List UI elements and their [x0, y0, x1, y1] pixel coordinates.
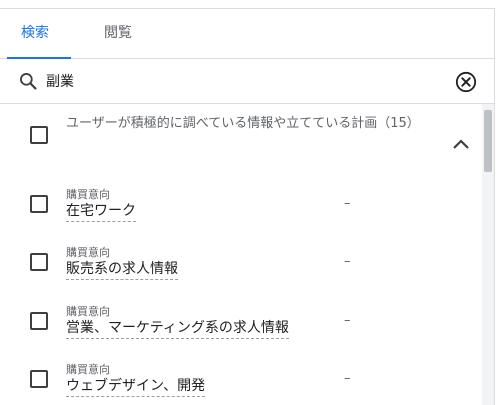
- list-item[interactable]: 購買意向 営業、マーケティング系の求人情報 –: [0, 301, 481, 359]
- item-name[interactable]: ウェブデザイン、開発: [66, 377, 206, 397]
- item-name[interactable]: 在宅ワーク: [66, 202, 136, 222]
- item-checkbox[interactable]: [30, 312, 48, 330]
- audience-search-panel: 検索 閲覧 ユーザーが積極的に調べている情報や立てている計画（15） 購買意向 …: [0, 8, 495, 405]
- search-icon: [20, 73, 37, 90]
- item-value: –: [344, 254, 351, 269]
- clear-search-icon[interactable]: [455, 71, 477, 93]
- item-name[interactable]: 販売系の求人情報: [66, 260, 178, 280]
- group-header[interactable]: ユーザーが積極的に調べている情報や立てている計画（15）: [0, 104, 481, 162]
- item-checkbox[interactable]: [30, 195, 48, 213]
- item-name[interactable]: 営業、マーケティング系の求人情報: [66, 319, 289, 339]
- scrollbar[interactable]: [482, 104, 494, 405]
- tab-bar: 検索 閲覧: [0, 9, 494, 59]
- group-checkbox[interactable]: [30, 126, 48, 144]
- item-value: –: [344, 313, 351, 328]
- item-category: 購買意向: [66, 305, 110, 318]
- tab-search[interactable]: 検索: [0, 9, 70, 58]
- group-title: ユーザーが積極的に調べている情報や立てている計画（15）: [66, 116, 420, 131]
- item-checkbox[interactable]: [30, 253, 48, 271]
- item-value: –: [344, 196, 351, 211]
- chevron-up-icon[interactable]: [451, 137, 471, 151]
- item-category: 購買意向: [66, 246, 110, 259]
- item-category: 購買意向: [66, 363, 110, 376]
- item-checkbox[interactable]: [30, 370, 48, 388]
- search-bar: [0, 59, 494, 104]
- item-category: 購買意向: [66, 188, 110, 201]
- list-item[interactable]: 購買意向 販売系の求人情報 –: [0, 242, 481, 300]
- list-item[interactable]: 購買意向 ウェブデザイン、開発 –: [0, 359, 481, 405]
- tab-browse[interactable]: 閲覧: [96, 9, 140, 58]
- results-list: ユーザーが積極的に調べている情報や立てている計画（15） 購買意向 在宅ワーク …: [0, 104, 481, 405]
- search-input[interactable]: [46, 67, 436, 95]
- scrollbar-thumb[interactable]: [484, 110, 492, 172]
- item-value: –: [344, 371, 351, 386]
- list-item[interactable]: 購買意向 在宅ワーク –: [0, 184, 481, 242]
